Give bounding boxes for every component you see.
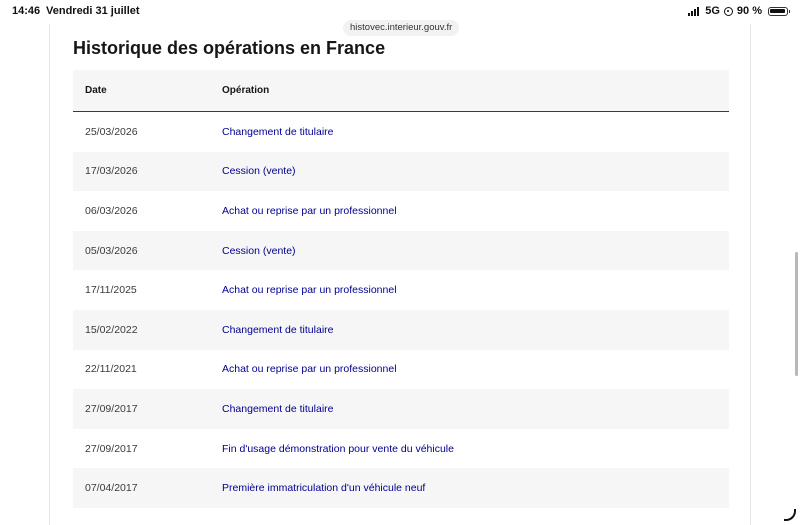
table-row: 06/03/2026 Achat ou reprise par un profes… <box>73 191 729 231</box>
row-operation-link[interactable]: Changement de titulaire <box>222 126 729 138</box>
table-row: 07/04/2017 Première immatriculation d'un … <box>73 468 729 508</box>
signal-icon <box>688 6 700 16</box>
row-date: 25/03/2026 <box>85 125 138 138</box>
table-row: 25/03/2026 Changement de titulaire <box>73 112 729 152</box>
network-label: 5G <box>705 5 720 17</box>
row-date: 17/11/2025 <box>85 284 137 297</box>
table-row: 15/02/2022 Changement de titulaire <box>73 309 729 350</box>
row-operation-link[interactable]: Cession (vente) <box>222 165 729 177</box>
row-operation-link[interactable]: Fin d'usage démonstration pour vente du … <box>222 443 729 455</box>
row-operation-link[interactable]: Achat ou reprise par un professionnel <box>222 363 729 375</box>
row-date: 17/03/2026 <box>85 165 138 178</box>
column-header-date: Date <box>85 85 107 96</box>
status-time: 14:46 <box>12 5 41 17</box>
table-row: 27/09/2017 Fin d'usage démonstration pour… <box>73 429 729 469</box>
row-date: 06/03/2026 <box>85 204 138 217</box>
row-date: 27/09/2017 <box>85 402 138 415</box>
screen-corner <box>784 509 796 521</box>
row-date: 22/11/2021 <box>85 363 137 376</box>
operations-table: Date Opération 25/03/2026 Changement de t… <box>73 70 729 508</box>
status-date: Vendredi 31 juillet <box>46 5 140 17</box>
scrollbar[interactable] <box>795 252 798 376</box>
row-operation-link[interactable]: Cession (vente) <box>222 245 729 257</box>
row-operation-link[interactable]: Changement de titulaire <box>222 403 729 415</box>
section-title: Historique des opérations en France <box>73 38 386 58</box>
page-content: Historique des opérations en France Date… <box>49 24 751 525</box>
column-header-operation: Opération <box>222 85 270 96</box>
status-indicators: 5G 90 % <box>688 5 790 17</box>
battery-label: 90 % <box>736 5 762 17</box>
row-operation-link[interactable]: Achat ou reprise par un professionnel <box>222 205 729 217</box>
row-date: 15/02/2022 <box>85 323 138 336</box>
row-date: 05/03/2026 <box>85 244 138 257</box>
row-date: 07/04/2017 <box>85 482 138 495</box>
table-row: 27/09/2017 Changement de titulaire <box>73 389 729 429</box>
row-operation-link[interactable]: Achat ou reprise par un professionnel <box>222 284 729 296</box>
battery-icon <box>768 6 790 16</box>
table-body: 25/03/2026 Changement de titulaire 17/03/2… <box>73 112 729 508</box>
table-row: 05/03/2026 Cession (vente) <box>73 230 729 271</box>
table-header: Date Opération <box>73 70 729 112</box>
table-row: 17/11/2025 Achat ou reprise par un profes… <box>73 270 729 310</box>
table-row: 22/11/2021 Achat ou reprise par un profes… <box>73 350 729 390</box>
row-operation-link[interactable]: Première immatriculation d'un véhicule n… <box>222 482 729 494</box>
table-row: 17/03/2026 Cession (vente) <box>73 151 729 192</box>
row-operation-link[interactable]: Changement de titulaire <box>222 324 729 336</box>
lock-rotation-icon <box>723 6 733 16</box>
row-date: 27/09/2017 <box>85 442 138 455</box>
